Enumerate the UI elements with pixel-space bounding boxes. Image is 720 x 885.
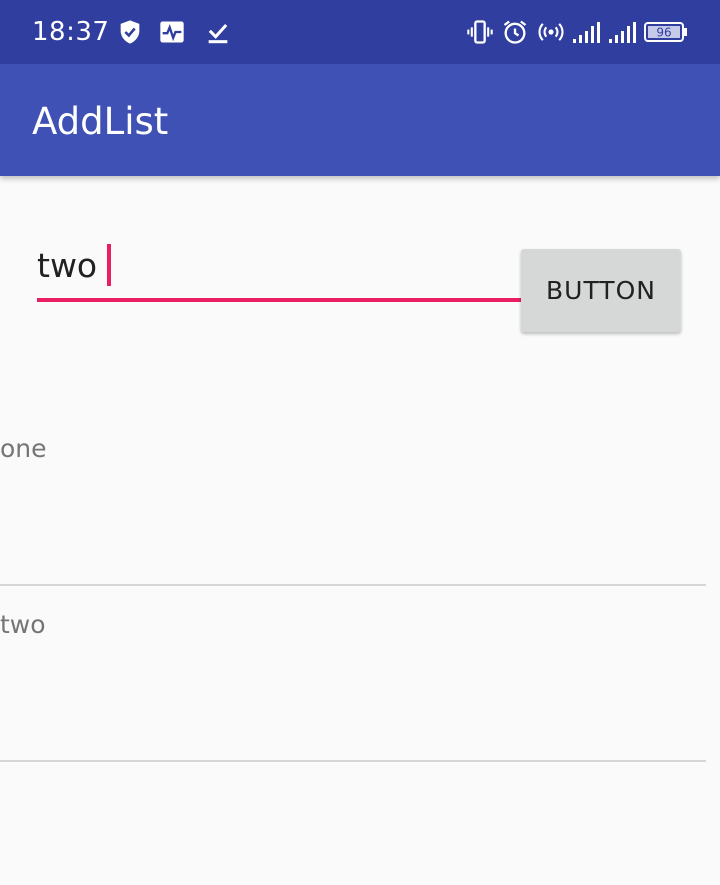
items-list[interactable]: one two	[0, 410, 706, 762]
list-item[interactable]: two	[0, 586, 706, 762]
status-time: 18:37	[32, 17, 110, 47]
download-done-icon	[204, 18, 232, 46]
app-bar: AddList	[0, 64, 720, 176]
app-title: AddList	[32, 100, 169, 143]
list-item-label: two	[0, 610, 46, 639]
battery-icon: 96	[644, 18, 688, 46]
app-screen: 18:37 96 AddList two BUTTON one two	[0, 0, 720, 885]
battery-level: 96	[656, 26, 671, 40]
add-button[interactable]: BUTTON	[521, 249, 681, 332]
vibrate-icon	[466, 18, 494, 46]
activity-monitor-icon	[158, 18, 186, 46]
list-item[interactable]: one	[0, 410, 706, 586]
shield-check-icon	[116, 18, 144, 46]
item-text-input[interactable]: two	[37, 236, 521, 302]
signal-icon	[608, 18, 640, 46]
item-text-input-value: two	[37, 246, 98, 285]
alarm-icon	[501, 18, 529, 46]
status-bar: 18:37 96	[0, 0, 720, 64]
list-item-label: one	[0, 434, 47, 463]
text-caret	[107, 244, 111, 286]
hotspot-icon	[537, 18, 565, 46]
signal-icon	[572, 18, 604, 46]
